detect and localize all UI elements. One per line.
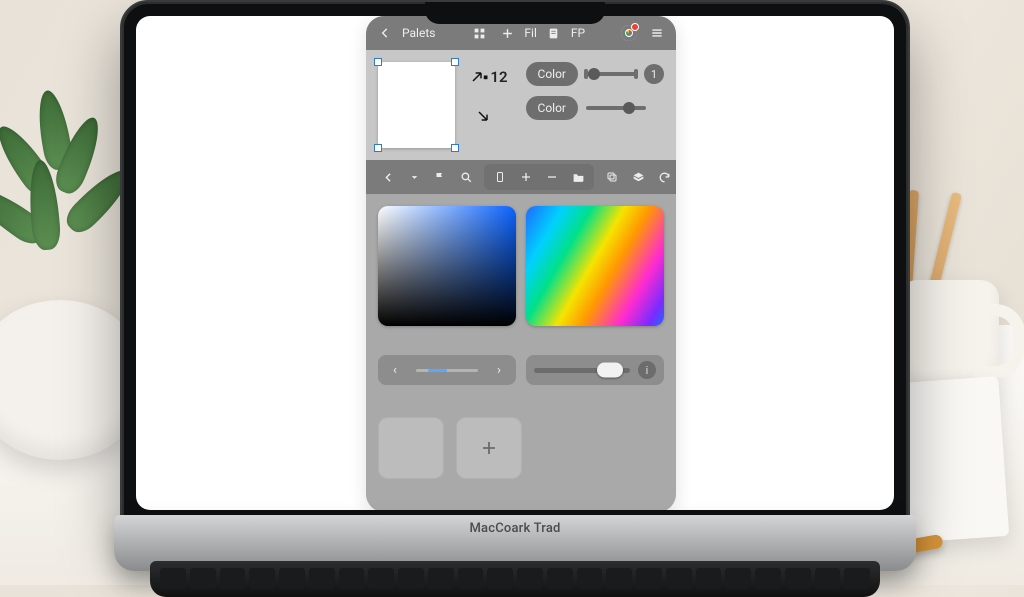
next-button[interactable]: ›	[488, 359, 510, 381]
prev-button[interactable]: ‹	[384, 359, 406, 381]
device-icon[interactable]	[488, 166, 512, 188]
info-button[interactable]: i	[638, 361, 656, 379]
picker-nav-bar: ‹ ›	[378, 355, 516, 385]
color1-button[interactable]: Color	[526, 62, 578, 86]
fill-label[interactable]: Fil	[524, 26, 536, 40]
copy-icon[interactable]	[600, 166, 624, 188]
color2-button[interactable]: Color	[526, 96, 578, 120]
slider-thumb[interactable]	[597, 363, 623, 378]
swatch-1[interactable]	[378, 417, 444, 479]
flag-icon[interactable]	[428, 166, 452, 188]
menu-button[interactable]	[646, 22, 668, 44]
saturation-value-picker[interactable]	[378, 206, 516, 326]
slider-group: Color 1 Color	[526, 62, 664, 120]
laptop-bezel: Palets Fil FP	[120, 0, 910, 530]
plus-button[interactable]	[514, 166, 538, 188]
color1-badge: 1	[644, 64, 664, 84]
add-button[interactable]	[496, 22, 518, 44]
minus-button[interactable]	[540, 166, 564, 188]
color-editor-panel: Palets Fil FP	[366, 16, 676, 510]
color1-slider[interactable]	[586, 72, 636, 76]
nav-back-button[interactable]	[376, 166, 400, 188]
chrome-logo-icon[interactable]	[618, 22, 640, 44]
redo-icon[interactable]	[652, 166, 676, 188]
display-notch	[425, 2, 605, 24]
topbar-title: Palets	[402, 26, 435, 40]
properties-row: ▪ 12 Color	[366, 50, 676, 160]
folder-icon[interactable]	[566, 166, 590, 188]
canvas-value: 12	[490, 68, 507, 86]
swatch-row	[378, 417, 664, 500]
color2-slider[interactable]	[586, 106, 646, 110]
layers-icon[interactable]	[626, 166, 650, 188]
grid-icon[interactable]	[468, 22, 490, 44]
brand-label: MacCoark Trad	[469, 521, 560, 536]
hue-spectrum-picker[interactable]	[526, 206, 664, 326]
laptop: Palets Fil FP	[120, 0, 910, 585]
seek-bar[interactable]	[416, 369, 478, 372]
picker-area: ‹ › i	[366, 194, 676, 510]
canvas-thumbnail[interactable]	[378, 62, 455, 148]
opacity-slider-box: i	[526, 355, 664, 385]
note-icon[interactable]	[543, 22, 565, 44]
plant-pot	[0, 300, 140, 460]
add-swatch-button[interactable]	[456, 417, 522, 479]
arrow-se-icon	[475, 108, 491, 124]
keyboard	[150, 561, 880, 597]
back-button[interactable]	[374, 22, 396, 44]
laptop-screen: Palets Fil FP	[136, 16, 894, 510]
opacity-slider[interactable]	[534, 368, 630, 373]
search-button[interactable]	[454, 166, 478, 188]
canvas-dimensions: ▪ 12	[469, 62, 507, 124]
mug	[899, 280, 999, 390]
fp-label[interactable]: FP	[571, 26, 585, 40]
tool-iconbar	[366, 160, 676, 194]
dropdown-button[interactable]	[402, 166, 426, 188]
